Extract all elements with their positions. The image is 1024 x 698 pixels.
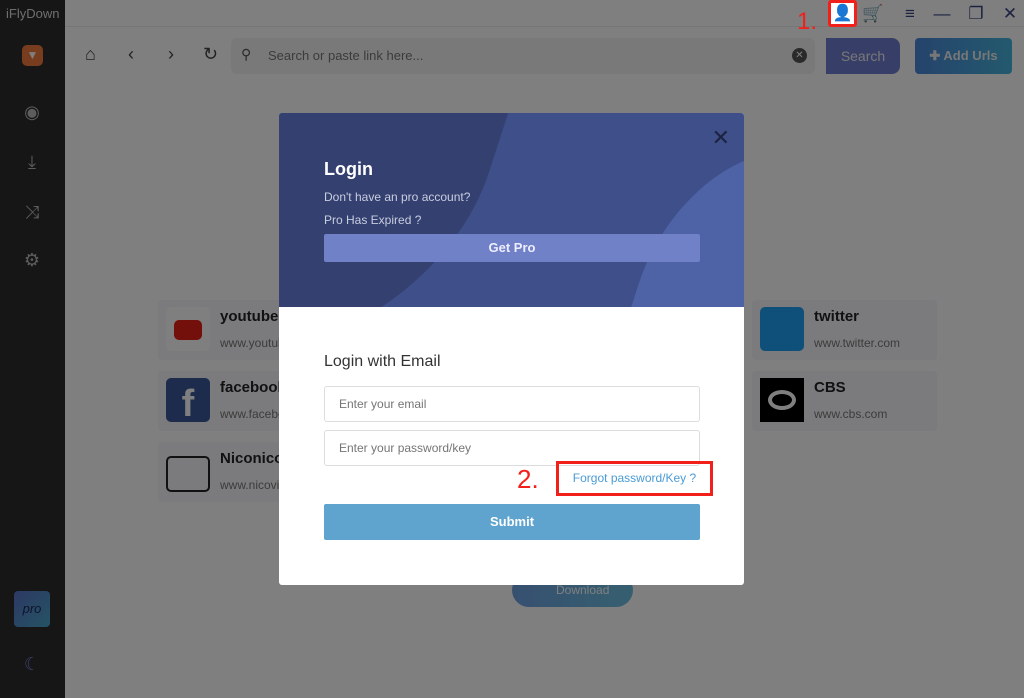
annotation-step2: 2. [517, 464, 539, 494]
pro-expired-text: Pro Has Expired ? [324, 213, 422, 227]
forgot-password-link[interactable]: Forgot password/Key ? [556, 461, 713, 496]
get-pro-button[interactable]: Get Pro [324, 234, 700, 262]
submit-button[interactable]: Submit [324, 504, 700, 540]
close-icon[interactable]: ✕ [712, 125, 730, 151]
login-header: ✕ Login Don't have an pro account? Pro H… [279, 113, 744, 307]
annotation-step1: 1. [797, 8, 818, 35]
no-account-text: Don't have an pro account? [324, 190, 471, 204]
email-field[interactable] [324, 386, 700, 422]
login-dialog: ✕ Login Don't have an pro account? Pro H… [279, 113, 744, 585]
user-account-icon[interactable]: 👤 [828, 0, 857, 27]
login-email-heading: Login with Email [324, 353, 441, 370]
login-title: Login [324, 159, 373, 179]
